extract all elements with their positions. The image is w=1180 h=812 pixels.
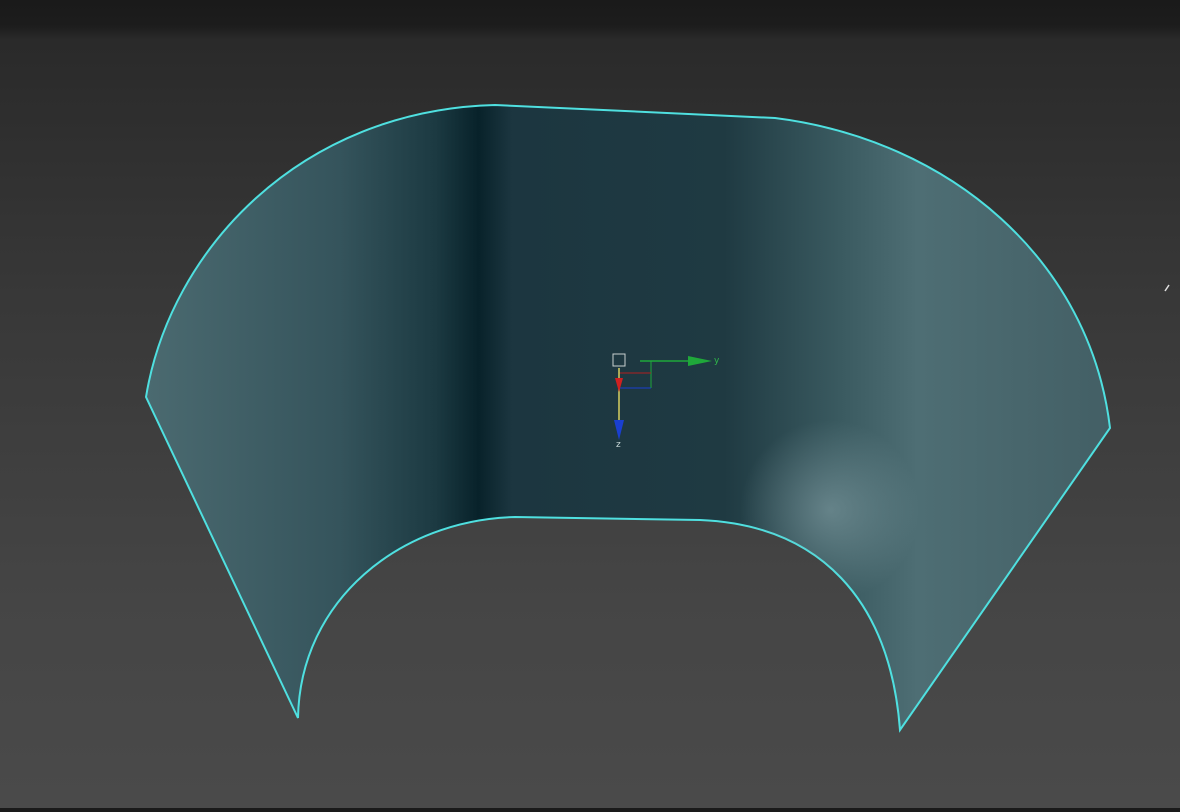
viewport-canvas[interactable]: y z xyxy=(0,0,1180,808)
cursor-mark xyxy=(1164,284,1170,292)
curved-surface-object[interactable] xyxy=(144,103,1112,733)
y-axis-label: y xyxy=(714,356,720,366)
z-axis-label: z xyxy=(616,440,621,450)
3d-viewport[interactable]: y z xyxy=(0,0,1180,808)
